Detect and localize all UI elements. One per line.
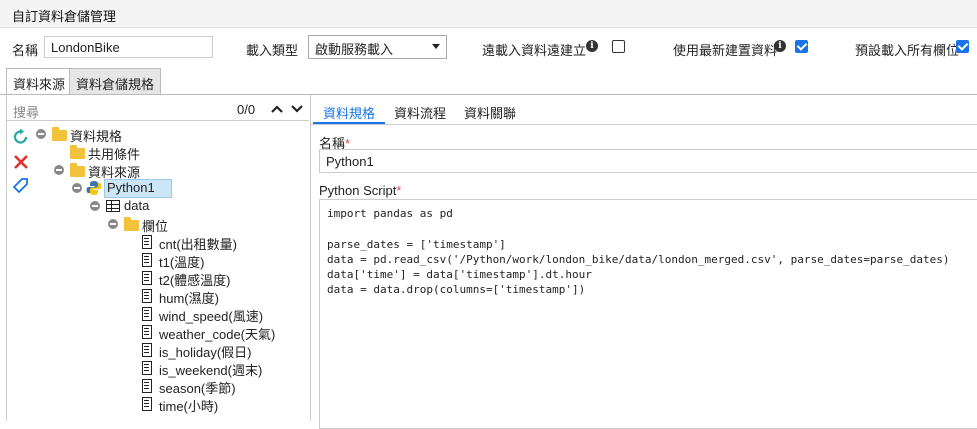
chevron-up-icon[interactable] (270, 104, 284, 114)
script-editor[interactable]: import pandas as pd parse_dates = ['time… (319, 199, 977, 429)
document-icon (142, 271, 152, 285)
folder-icon (52, 127, 67, 141)
tree-label: hum(濕度) (159, 291, 219, 306)
tree-label-selected: Python1 (104, 179, 172, 198)
document-icon (142, 253, 152, 267)
tab-data-flow[interactable]: 資料流程 (384, 96, 456, 124)
delete-icon[interactable] (13, 154, 29, 170)
tree-label: season(季節) (159, 381, 236, 396)
chevron-down-icon[interactable] (290, 104, 304, 114)
tab-data-relation[interactable]: 資料關聯 (454, 96, 526, 124)
tree-label: 欄位 (142, 219, 169, 234)
required-mark: * (396, 183, 402, 198)
window-title: 自訂資料倉儲管理 (12, 9, 117, 24)
tree-label: wind_speed(風速) (159, 309, 264, 324)
tree-label: 資料規格 (70, 129, 123, 144)
folder-icon (70, 145, 85, 159)
use-latest-checkbox[interactable] (795, 40, 808, 53)
search-input[interactable]: 搜尋 (13, 102, 39, 121)
collapse-icon[interactable] (54, 165, 64, 175)
document-icon (142, 361, 152, 375)
load-type-value: 啟動服務載入 (315, 42, 394, 57)
document-icon (142, 307, 152, 321)
collapse-icon[interactable] (72, 183, 82, 193)
collapse-icon[interactable] (36, 129, 46, 139)
tree-label: is_holiday(假日) (159, 345, 252, 360)
info-icon: i (774, 40, 786, 52)
search-count: 0/0 (237, 102, 256, 117)
document-icon (142, 343, 152, 357)
tree-label: is_weekend(週末) (159, 363, 263, 378)
use-latest-label: 使用最新建置資料 (673, 43, 778, 58)
remote-load-label: 遠載入資料遠建立 (482, 43, 587, 58)
python-icon (86, 181, 102, 195)
title-bar: 自訂資料倉儲管理 (0, 0, 977, 28)
document-icon (142, 289, 152, 303)
detail-name-input[interactable]: Python1 (319, 149, 977, 173)
remote-load-checkbox[interactable] (612, 40, 625, 53)
document-icon (142, 235, 152, 249)
right-tab-divider (310, 124, 977, 125)
refresh-icon[interactable] (12, 128, 30, 146)
tree-label: time(小時) (159, 399, 219, 414)
folder-icon (70, 163, 85, 177)
name-input[interactable]: LondonBike (44, 36, 213, 58)
tab-warehouse-spec[interactable]: 資料倉儲規格 (69, 68, 162, 94)
name-label: 名稱 (12, 43, 39, 58)
load-type-select[interactable]: 啟動服務載入 (308, 35, 447, 59)
tab-data-source[interactable]: 資料來源 (6, 68, 73, 94)
tab-data-spec[interactable]: 資料規格 (313, 96, 386, 124)
script-label-text: Python Script (319, 183, 397, 198)
script-label: Python Script* (319, 183, 401, 198)
table-icon (106, 200, 120, 212)
load-all-label: 預設載入所有欄位 (855, 43, 960, 58)
tree-label: weather_code(天氣) (159, 327, 276, 342)
document-icon (142, 379, 152, 393)
tag-icon[interactable] (12, 178, 30, 194)
info-icon: i (586, 40, 598, 52)
search-divider (6, 120, 309, 121)
tree-label: 共用條件 (88, 147, 141, 162)
document-icon (142, 325, 152, 339)
tree-label: cnt(出租數量) (159, 237, 238, 252)
folder-icon (124, 217, 139, 231)
tree-label: t1(溫度) (159, 255, 205, 270)
load-all-checkbox[interactable] (956, 40, 969, 53)
chevron-down-icon (432, 44, 440, 49)
collapse-icon[interactable] (108, 219, 118, 229)
collapse-icon[interactable] (90, 201, 100, 211)
document-icon (142, 397, 152, 411)
script-code: import pandas as pd parse_dates = ['time… (327, 207, 950, 297)
tree-label: t2(體感溫度) (159, 273, 231, 288)
tree-label: data (124, 198, 150, 213)
load-type-label: 載入類型 (246, 43, 299, 58)
